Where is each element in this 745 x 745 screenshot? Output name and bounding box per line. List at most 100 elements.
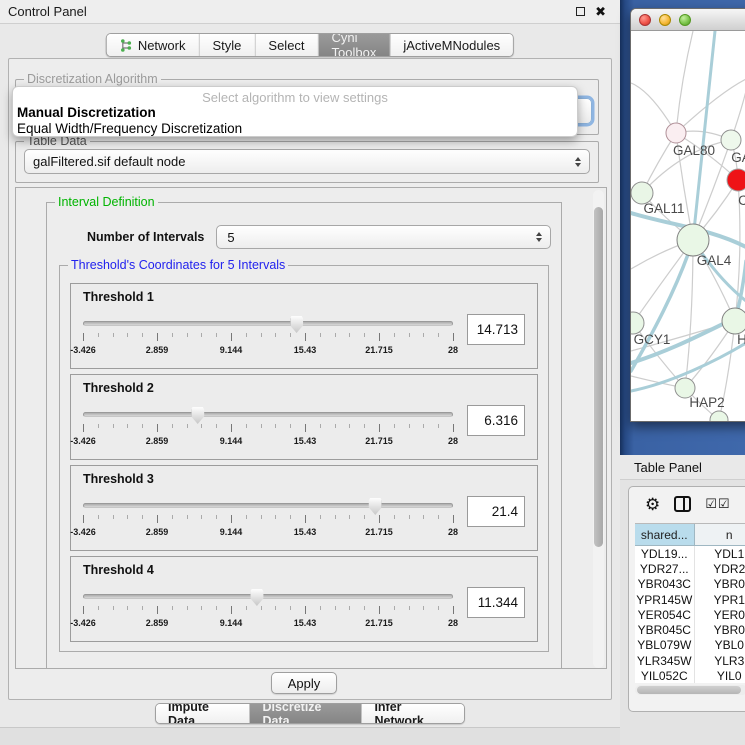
node-label: C [738, 193, 745, 208]
network-desktop: GAL80GACGAL11GAL4GCY1HHAP2 [620, 0, 745, 455]
table-cell: YER054C [635, 607, 695, 622]
threshold-value-field[interactable]: 21.4 [467, 496, 525, 527]
interval-definition-label: Interval Definition [55, 195, 158, 209]
settings-vertical-scrollbar[interactable] [593, 190, 604, 668]
node-label: GAL11 [643, 201, 684, 216]
slider-thumb[interactable] [191, 407, 204, 424]
table-cell: YLR345W [635, 653, 695, 668]
tick-label: -3.426 [70, 618, 96, 628]
network-node-gal4[interactable] [677, 224, 709, 256]
column-header-n[interactable]: n [695, 524, 745, 545]
interval-definition-group: Interval Definition Number of Intervals … [46, 202, 562, 669]
combo-arrows-icon [575, 157, 581, 167]
node-label: HAP2 [689, 395, 724, 410]
table-row[interactable]: YDR27...YDR2 [635, 561, 745, 576]
node-label: H [737, 332, 745, 347]
tick-label: 28 [448, 345, 458, 355]
tick-label: -3.426 [70, 345, 96, 355]
top-tab-strip: NetworkStyleSelectCyni ToolboxjActiveMNo… [106, 33, 514, 57]
table-row[interactable]: YDL19...YDL1 [635, 546, 745, 561]
number-of-intervals-spinner[interactable]: 5 [216, 225, 551, 249]
columns-icon[interactable] [674, 496, 691, 512]
tab-network[interactable]: Network [107, 34, 200, 56]
spinner-arrows-icon [536, 232, 542, 242]
tab-infer-network[interactable]: Infer Network [362, 704, 464, 723]
table-row[interactable]: YBR043CYBR0 [635, 577, 745, 592]
tick-label: 21.715 [365, 618, 393, 628]
checkbox-icons[interactable]: ☑☑ [705, 496, 730, 512]
slider-track[interactable] [83, 412, 453, 417]
scrollbar-thumb[interactable] [637, 686, 741, 694]
threshold-slider-4[interactable]: -3.4262.8599.14415.4321.71528 [83, 589, 453, 633]
thresholds-group-label: Threshold's Coordinates for 5 Intervals [68, 258, 288, 272]
tab-cyni-toolbox[interactable]: Cyni Toolbox [319, 34, 391, 56]
network-window-titlebar [631, 9, 745, 31]
gear-icon[interactable]: ⚙ [645, 496, 660, 513]
slider-thumb[interactable] [250, 589, 263, 606]
tick-label: 21.715 [365, 345, 393, 355]
threshold-box-1: Threshold 1 -3.4262.8599.14415.4321.71528… [70, 283, 538, 369]
table-row[interactable]: YBL079WYBL0 [635, 638, 745, 653]
network-icon [120, 39, 133, 52]
table-row[interactable]: YLR345WYLR3 [635, 653, 745, 668]
threshold-value-field[interactable]: 14.713 [467, 314, 525, 345]
table-data-combobox[interactable]: galFiltered.sif default node [24, 149, 590, 174]
network-node-gcy1[interactable] [631, 312, 644, 334]
scrollbar-thumb[interactable] [594, 207, 603, 547]
threshold-slider-2[interactable]: -3.4262.8599.14415.4321.71528 [83, 407, 453, 451]
slider-track[interactable] [83, 503, 453, 508]
node-label: GAL4 [697, 253, 732, 268]
network-node[interactable] [666, 123, 686, 143]
threshold-value-field[interactable]: 11.344 [467, 587, 525, 618]
zoom-window-icon[interactable] [679, 14, 691, 26]
tab-select[interactable]: Select [255, 34, 318, 56]
algorithm-option-manual[interactable]: Manual Discretization [15, 105, 575, 121]
table-row[interactable]: YBR045CYBR0 [635, 622, 745, 637]
tick-label: 9.144 [220, 436, 243, 446]
right-side: GAL80GACGAL11GAL4GCY1HHAP2 Table Panel ⚙… [620, 0, 745, 745]
apply-button[interactable]: Apply [271, 672, 337, 694]
tab-style[interactable]: Style [200, 34, 256, 56]
network-canvas[interactable]: GAL80GACGAL11GAL4GCY1HHAP2 [631, 31, 745, 422]
float-panel-icon[interactable] [576, 7, 585, 16]
algorithm-option-equal-width[interactable]: Equal Width/Frequency Discretization [15, 121, 575, 137]
cyni-toolbox-panel: Discretization Algorithm Table Data galF… [8, 58, 612, 700]
network-node[interactable] [710, 411, 728, 422]
threshold-box-3: Threshold 3-3.4262.8599.14415.4321.71528… [70, 465, 538, 551]
algorithm-dropdown-popup: Select algorithm to view settings Manual… [12, 86, 578, 137]
node-label: GAL80 [673, 143, 715, 158]
slider-track[interactable] [83, 321, 453, 326]
table-row[interactable]: YIL052CYIL0 [635, 668, 745, 683]
tick-label: 28 [448, 527, 458, 537]
tab-discretize-data[interactable]: Discretize Data [250, 704, 362, 723]
table-cell: YDL19... [635, 546, 695, 561]
node-label: GA [731, 150, 745, 165]
threshold-slider-3[interactable]: -3.4262.8599.14415.4321.71528 [83, 498, 453, 542]
tick-label: 15.43 [294, 527, 317, 537]
threshold-value-field[interactable]: 6.316 [467, 405, 525, 436]
threshold-list: Threshold 1-3.4262.8599.14415.4321.71528… [64, 283, 544, 642]
network-node-h[interactable] [722, 308, 745, 334]
table-toolbar: ⚙ ☑☑ [633, 491, 745, 517]
node-table[interactable]: shared...n YDL19...YDL1YDR27...YDR2YBR04… [635, 523, 745, 683]
close-window-icon[interactable] [639, 14, 651, 26]
table-cell: YBR0 [695, 622, 745, 637]
threshold-slider-1[interactable]: -3.4262.8599.14415.4321.71528 [83, 316, 453, 360]
column-header-shared[interactable]: shared... [635, 524, 695, 545]
table-row[interactable]: YER054CYER0 [635, 607, 745, 622]
slider-track[interactable] [83, 594, 453, 599]
network-edge-highlighted [693, 31, 715, 240]
table-row[interactable]: YPR145WYPR1 [635, 592, 745, 607]
table-horizontal-scrollbar[interactable] [635, 685, 745, 695]
network-node-ga[interactable] [721, 130, 741, 150]
tick-label: 2.859 [146, 345, 169, 355]
close-panel-icon[interactable]: ✖ [595, 5, 606, 18]
slider-thumb[interactable] [290, 316, 303, 333]
slider-thumb[interactable] [369, 498, 382, 515]
settings-scrollpane: Interval Definition Number of Intervals … [15, 187, 607, 669]
tab-impute-data[interactable]: Impute Data [156, 704, 250, 723]
tab-jactivemnodules[interactable]: jActiveMNodules [390, 34, 513, 56]
network-node-c[interactable] [727, 169, 745, 191]
minimize-window-icon[interactable] [659, 14, 671, 26]
threshold-label: Threshold 1 [83, 290, 525, 304]
